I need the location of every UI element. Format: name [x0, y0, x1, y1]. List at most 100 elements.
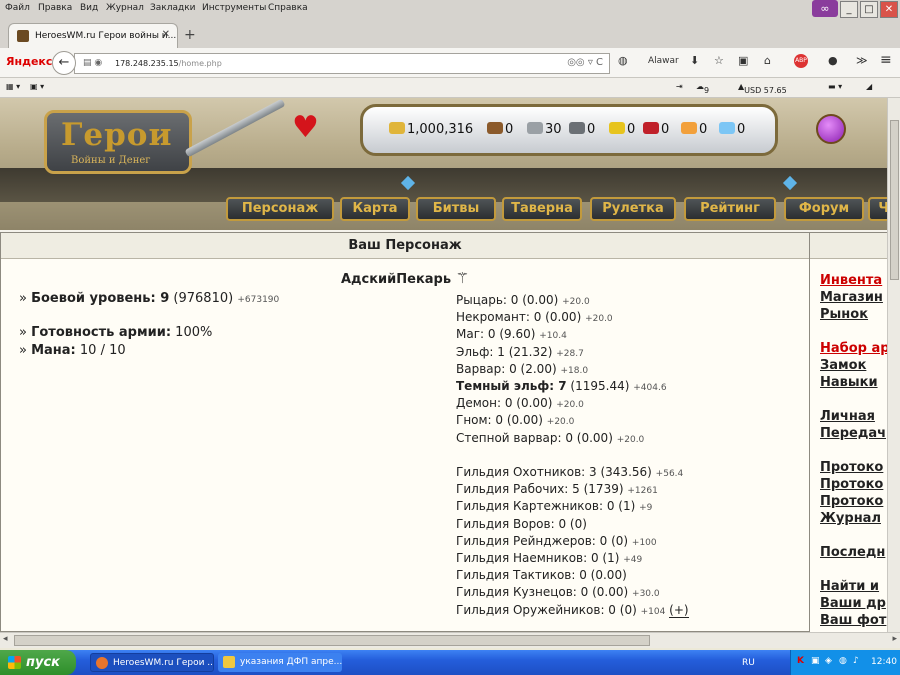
sidebar-link[interactable]: Журнал: [820, 511, 881, 526]
language-indicator[interactable]: RU: [742, 658, 755, 668]
resource-icon: [487, 122, 503, 134]
sidebar-link[interactable]: Протоко: [820, 477, 883, 492]
taskbar-folder-item[interactable]: указания ДФП апре...: [218, 653, 342, 672]
sidebar-link[interactable]: Набор ар: [820, 341, 890, 356]
currency-widget[interactable]: ▲ USD 57.65: [738, 82, 787, 95]
army-readiness-row: » Готовность армии: 100%: [19, 325, 213, 340]
menu-button[interactable]: Форум: [784, 197, 864, 221]
close-window-button[interactable]: ✕: [880, 1, 898, 18]
login-icon[interactable]: ⇥: [676, 82, 683, 91]
close-tab-icon[interactable]: ✕: [162, 29, 170, 40]
bookmark-extra-icon[interactable]: ▣ ▾: [30, 82, 44, 91]
resource-item: 0: [719, 122, 745, 137]
resource-item: 0: [487, 122, 513, 137]
faction-row: Эльф: 1 (21.32) +28.7: [456, 344, 584, 359]
bookmarks-toolbar: ▦ ▾ ▣ ▾ ⇥ ☁ 9 ▲ USD 57.65 ▬ ▾ ◢: [0, 78, 900, 98]
folder-icon: [223, 656, 235, 668]
shield-tray-icon[interactable]: ◈: [825, 656, 832, 666]
guild-row: Гильдия Наемников: 0 (1) +49: [456, 551, 643, 565]
hamburger-menu-icon[interactable]: ≡: [880, 52, 892, 68]
tab-title: HeroesWM.ru Герои войны и...: [35, 31, 177, 41]
menu-bookmarks[interactable]: Закладки: [150, 3, 196, 13]
tab-heroeswm[interactable]: HeroesWM.ru Герои войны и... ✕: [8, 23, 178, 48]
clipboard-icon[interactable]: ▣: [738, 54, 748, 67]
private-mask-icon[interactable]: ∞: [812, 0, 838, 17]
reader-refresh-icons[interactable]: ◎◎ ▿ C: [567, 57, 603, 68]
sidebar-link[interactable]: Ваши др: [820, 596, 886, 611]
menu-button[interactable]: Рулетка: [590, 197, 676, 221]
menu-edit[interactable]: Правка: [38, 3, 72, 13]
sidebar-link[interactable]: Замок: [820, 358, 866, 373]
site-info-icon[interactable]: ▤ ◉: [83, 58, 102, 68]
sidebar-link[interactable]: Найти и: [820, 579, 879, 594]
sound-tray-icon[interactable]: ♪: [853, 656, 859, 666]
heroes-favicon-icon: [17, 30, 29, 42]
cart-icon[interactable]: ▬ ▾: [828, 82, 842, 91]
globe-icon[interactable]: ◍: [618, 54, 628, 67]
guild-row: Гильдия Кузнецов: 0 (0.00) +30.0: [456, 585, 660, 600]
sidebar-link[interactable]: Личная: [820, 409, 875, 424]
horizontal-scrollbar[interactable]: ◂ ▸: [0, 632, 900, 648]
sidebar-link[interactable]: Ваш фот: [820, 613, 886, 628]
sidebar-link[interactable]: Протоко: [820, 460, 883, 475]
sidebar-link[interactable]: Протоко: [820, 494, 883, 509]
menu-button[interactable]: Карта: [340, 197, 410, 221]
minimize-button[interactable]: _: [840, 1, 858, 18]
download-icon[interactable]: ⬇: [690, 54, 699, 67]
sidebar-link[interactable]: Инвента: [820, 273, 882, 288]
horizontal-scroll-thumb[interactable]: [14, 635, 650, 646]
alawar-link[interactable]: Alawar: [648, 56, 679, 66]
menu-button[interactable]: Персонаж: [226, 197, 334, 221]
dark-elf-faction-icon: ⚚: [455, 269, 470, 287]
vertical-scrollbar[interactable]: [887, 98, 900, 632]
sidebar-link[interactable]: Последн: [820, 545, 885, 560]
home-icon[interactable]: ⌂: [764, 54, 771, 67]
character-name[interactable]: АдскийПекарь: [341, 272, 451, 287]
menu-button[interactable]: Таверна: [502, 197, 582, 221]
new-tab-plus-icon[interactable]: +: [184, 27, 196, 43]
overflow-icon[interactable]: ≫: [856, 54, 868, 67]
network-tray-icon[interactable]: ▣: [811, 656, 820, 666]
logo-subtitle: Войны и Денег: [71, 155, 151, 166]
resource-item: 1,000,316: [389, 122, 473, 137]
bookmark-folder-icon[interactable]: ▦ ▾: [6, 82, 20, 91]
sidebar-link[interactable]: Магазин: [820, 290, 883, 305]
resource-icon: [389, 122, 405, 134]
start-button[interactable]: пуск: [0, 650, 76, 675]
maximize-button[interactable]: □: [860, 1, 878, 18]
sidebar-link[interactable]: Навыки: [820, 375, 878, 390]
url-text[interactable]: 178.248.235.15/home.php: [115, 59, 222, 68]
resource-icon: [643, 122, 659, 134]
signal-icon: ◢: [866, 82, 873, 91]
resource-icon: [569, 122, 585, 134]
menu-button[interactable]: Битвы: [416, 197, 496, 221]
sidebar-link[interactable]: Передач: [820, 426, 886, 441]
weather-widget[interactable]: ☁ 9: [696, 82, 709, 95]
chat-icon[interactable]: ●: [828, 54, 838, 67]
resource-item: 0: [609, 122, 635, 137]
sidebar-link[interactable]: Рынок: [820, 307, 868, 322]
k-tray-icon[interactable]: K: [797, 656, 804, 666]
address-bar[interactable]: ▤ ◉ 178.248.235.15/home.php ◎◎ ▿ C: [74, 53, 610, 74]
scroll-right-icon[interactable]: ▸: [892, 634, 897, 644]
character-name-row: АдскийПекарь ⚚: [1, 269, 809, 287]
scroll-left-icon[interactable]: ◂: [3, 634, 8, 644]
back-button[interactable]: ←: [52, 51, 76, 75]
bookmark-star-icon[interactable]: ☆: [714, 54, 724, 67]
game-logo[interactable]: Герои Войны и Денег: [44, 110, 192, 174]
menu-tools[interactable]: Инструменты: [202, 3, 266, 13]
browser-menubar: Файл Правка Вид Журнал Закладки Инструме…: [0, 0, 900, 18]
taskbar-firefox-item[interactable]: HeroesWM.ru Герои ...: [90, 653, 214, 672]
menu-button[interactable]: Рейтинг: [684, 197, 776, 221]
logo-title: Герои: [61, 117, 173, 153]
menu-file[interactable]: Файл: [5, 3, 30, 13]
clock[interactable]: 12:40: [871, 657, 897, 667]
volume-tray-icon[interactable]: ◍: [839, 656, 847, 666]
menu-help[interactable]: Справка: [268, 3, 308, 13]
menu-history[interactable]: Журнал: [106, 3, 144, 13]
resource-item: 0: [569, 122, 595, 137]
adblock-icon[interactable]: ABP: [794, 54, 808, 68]
vertical-scroll-thumb[interactable]: [890, 120, 899, 280]
yandex-logo[interactable]: Яндекс: [6, 55, 52, 68]
menu-view[interactable]: Вид: [80, 3, 98, 13]
